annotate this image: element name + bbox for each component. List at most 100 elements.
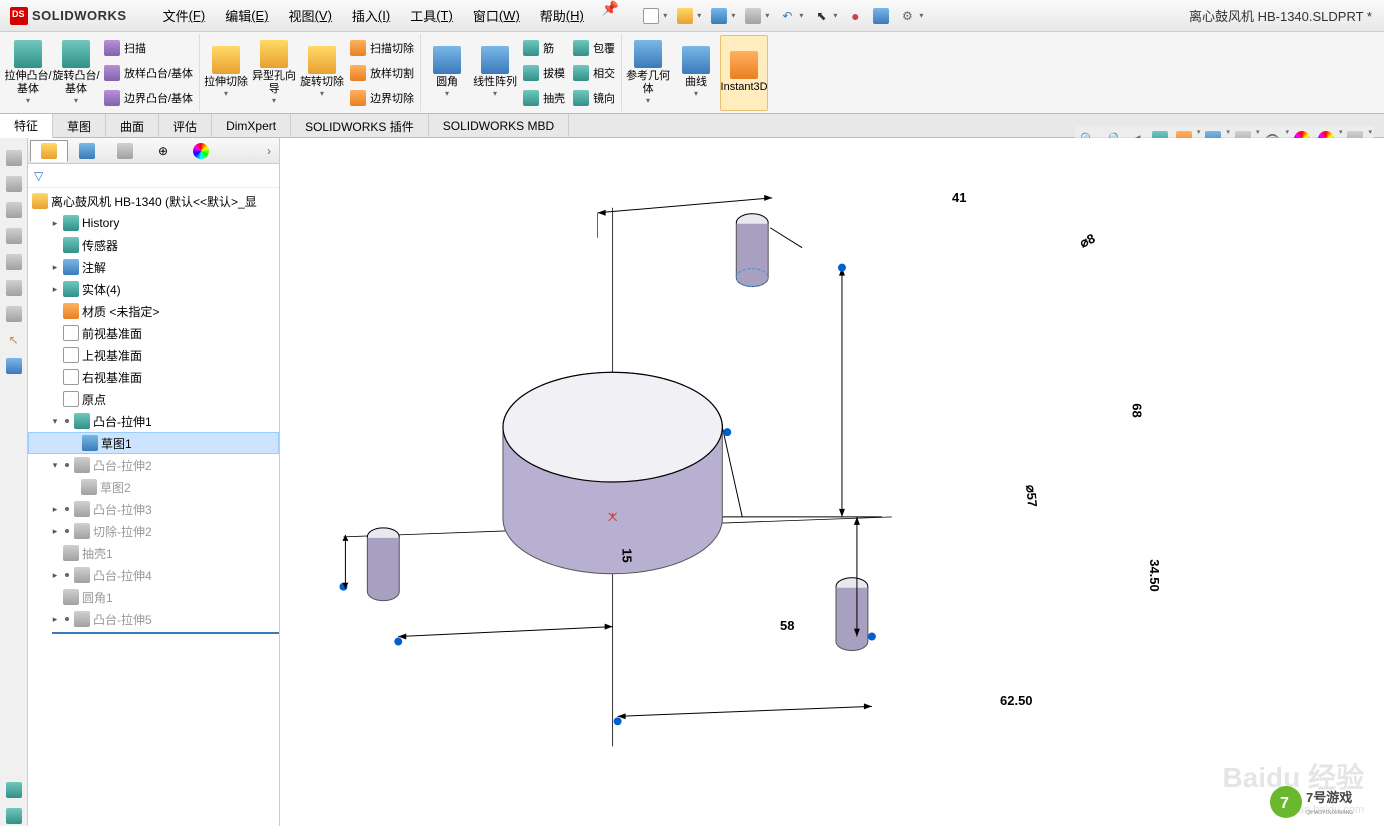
menu-help[interactable]: 帮助(H) — [530, 0, 594, 32]
expand-icon[interactable]: ▸ — [50, 262, 60, 273]
extrude-cut-button[interactable]: 拉伸切除▾ — [202, 35, 250, 111]
tree-node-8[interactable]: 原点 — [28, 388, 279, 410]
tree-node-0[interactable]: ▸History — [28, 212, 279, 234]
side-weld-icon[interactable] — [4, 278, 24, 298]
tree-root[interactable]: 离心鼓风机 HB-1340 (默认<<默认>_显 — [28, 190, 279, 212]
new-button[interactable] — [639, 4, 663, 28]
dim-41[interactable]: 41 — [952, 190, 966, 205]
dim-phi57[interactable]: ⌀57 — [1022, 484, 1040, 508]
tree-node-17[interactable]: 圆角1 — [28, 586, 279, 608]
menu-file[interactable]: 文件(F) — [153, 0, 216, 32]
tab-features[interactable]: 特征 — [0, 114, 53, 138]
rebuild-button[interactable]: ● — [843, 4, 867, 28]
tab-surface[interactable]: 曲面 — [106, 114, 159, 138]
expand-icon[interactable]: ▸ — [50, 526, 60, 537]
settings-button[interactable]: ⚙ — [895, 4, 919, 28]
menu-tools[interactable]: 工具(T) — [400, 0, 463, 32]
tree-node-5[interactable]: 前视基准面 — [28, 322, 279, 344]
side-sketch-icon[interactable] — [4, 226, 24, 246]
open-button[interactable] — [673, 4, 697, 28]
tree-tab-property[interactable] — [68, 140, 106, 162]
select-button[interactable]: ⬉ — [809, 4, 833, 28]
tab-mbd[interactable]: SOLIDWORKS MBD — [429, 114, 569, 138]
fillet-button[interactable]: 圆角▾ — [423, 35, 471, 111]
dim-68[interactable]: 68 — [1130, 403, 1145, 417]
side-bottom2-icon[interactable] — [4, 806, 24, 826]
tree-tab-feature[interactable] — [30, 140, 68, 162]
side-part-icon[interactable] — [4, 148, 24, 168]
tree-node-12[interactable]: 草图2 — [28, 476, 279, 498]
loft-button[interactable]: 放样凸台/基体 — [100, 61, 197, 85]
print-button[interactable] — [741, 4, 765, 28]
filter-icon[interactable]: ▽ — [34, 169, 43, 183]
menu-edit[interactable]: 编辑(E) — [215, 0, 278, 32]
menu-window[interactable]: 窗口(W) — [463, 0, 530, 32]
expand-icon[interactable]: ▾ — [50, 416, 60, 427]
revolve-cut-button[interactable]: 旋转切除▾ — [298, 35, 346, 111]
sweep-button[interactable]: 扫描 — [100, 36, 197, 60]
loft-cut-button[interactable]: 放样切割 — [346, 61, 418, 85]
side-bottom1-icon[interactable] — [4, 780, 24, 800]
tree-node-14[interactable]: ▸切除-拉伸2 — [28, 520, 279, 542]
linear-pattern-button[interactable]: 线性阵列▾ — [471, 35, 519, 111]
expand-icon[interactable]: ▸ — [50, 504, 60, 515]
intersect-button[interactable]: 相交 — [569, 61, 619, 85]
expand-icon[interactable]: ▸ — [50, 218, 60, 229]
tree-node-9[interactable]: ▾凸台-拉伸1 — [28, 410, 279, 432]
tree-node-1[interactable]: 传感器 — [28, 234, 279, 256]
tab-evaluate[interactable]: 评估 — [159, 114, 212, 138]
draft-button[interactable]: 拔模 — [519, 61, 569, 85]
undo-button[interactable]: ↶ — [775, 4, 799, 28]
dim-6250[interactable]: 62.50 — [1000, 693, 1033, 708]
options-button[interactable] — [869, 4, 893, 28]
expand-icon[interactable]: ▸ — [50, 570, 60, 581]
boundary-button[interactable]: 边界凸台/基体 — [100, 86, 197, 110]
expand-icon[interactable]: ▾ — [50, 460, 60, 471]
sweep-cut-button[interactable]: 扫描切除 — [346, 36, 418, 60]
tree-node-10[interactable]: 草图1 — [28, 432, 279, 454]
side-mold-icon[interactable] — [4, 304, 24, 324]
dim-15[interactable]: 15 — [620, 548, 635, 562]
pin-icon[interactable]: 📌 — [602, 0, 619, 32]
tab-addins[interactable]: SOLIDWORKS 插件 — [291, 114, 429, 138]
tree-node-18[interactable]: ▸凸台-拉伸5 — [28, 608, 279, 630]
tree-node-16[interactable]: ▸凸台-拉伸4 — [28, 564, 279, 586]
tree-tab-config[interactable] — [106, 140, 144, 162]
tab-dimxpert[interactable]: DimXpert — [212, 114, 291, 138]
instant3d-button[interactable]: Instant3D — [720, 35, 768, 111]
save-button[interactable] — [707, 4, 731, 28]
tree-node-13[interactable]: ▸凸台-拉伸3 — [28, 498, 279, 520]
tree-tab-dimxpert[interactable]: ⊕ — [144, 140, 182, 162]
menu-insert[interactable]: 插入(I) — [342, 0, 400, 32]
revolve-boss-button[interactable]: 旋转凸台/基体▾ — [52, 35, 100, 111]
boundary-cut-button[interactable]: 边界切除 — [346, 86, 418, 110]
tree-tab-more[interactable]: › — [261, 144, 277, 158]
shell-button[interactable]: 抽壳 — [519, 86, 569, 110]
hole-wizard-button[interactable]: 异型孔向导▾ — [250, 35, 298, 111]
mirror-button[interactable]: 镜向 — [569, 86, 619, 110]
tree-node-2[interactable]: ▸注解 — [28, 256, 279, 278]
reference-geometry-button[interactable]: 参考几何体▾ — [624, 35, 672, 111]
menu-view[interactable]: 视图(V) — [279, 0, 342, 32]
expand-icon[interactable]: ▸ — [50, 614, 60, 625]
graphics-area[interactable]: 41 ⌀8 68 ⌀57 34.50 15 58 62.50 Baidu 经验 … — [280, 138, 1384, 826]
tree-node-4[interactable]: 材质 <未指定> — [28, 300, 279, 322]
side-drw-icon[interactable] — [4, 200, 24, 220]
tree-node-15[interactable]: 抽壳1 — [28, 542, 279, 564]
tree-node-3[interactable]: ▸实体(4) — [28, 278, 279, 300]
side-cursor-icon[interactable]: ↖ — [4, 330, 24, 350]
tree-node-7[interactable]: 右视基准面 — [28, 366, 279, 388]
dim-58[interactable]: 58 — [780, 618, 794, 633]
tree-tab-display[interactable] — [182, 140, 220, 162]
tree-node-6[interactable]: 上视基准面 — [28, 344, 279, 366]
expand-icon[interactable]: ▸ — [50, 284, 60, 295]
rib-button[interactable]: 筋 — [519, 36, 569, 60]
wrap-button[interactable]: 包覆 — [569, 36, 619, 60]
dim-3450[interactable]: 34.50 — [1147, 559, 1162, 592]
side-asm-icon[interactable] — [4, 174, 24, 194]
extrude-boss-button[interactable]: 拉伸凸台/基体▾ — [4, 35, 52, 111]
tree-node-11[interactable]: ▾凸台-拉伸2 — [28, 454, 279, 476]
tab-sketch[interactable]: 草图 — [53, 114, 106, 138]
side-screen-icon[interactable] — [4, 356, 24, 376]
side-sheet-icon[interactable] — [4, 252, 24, 272]
